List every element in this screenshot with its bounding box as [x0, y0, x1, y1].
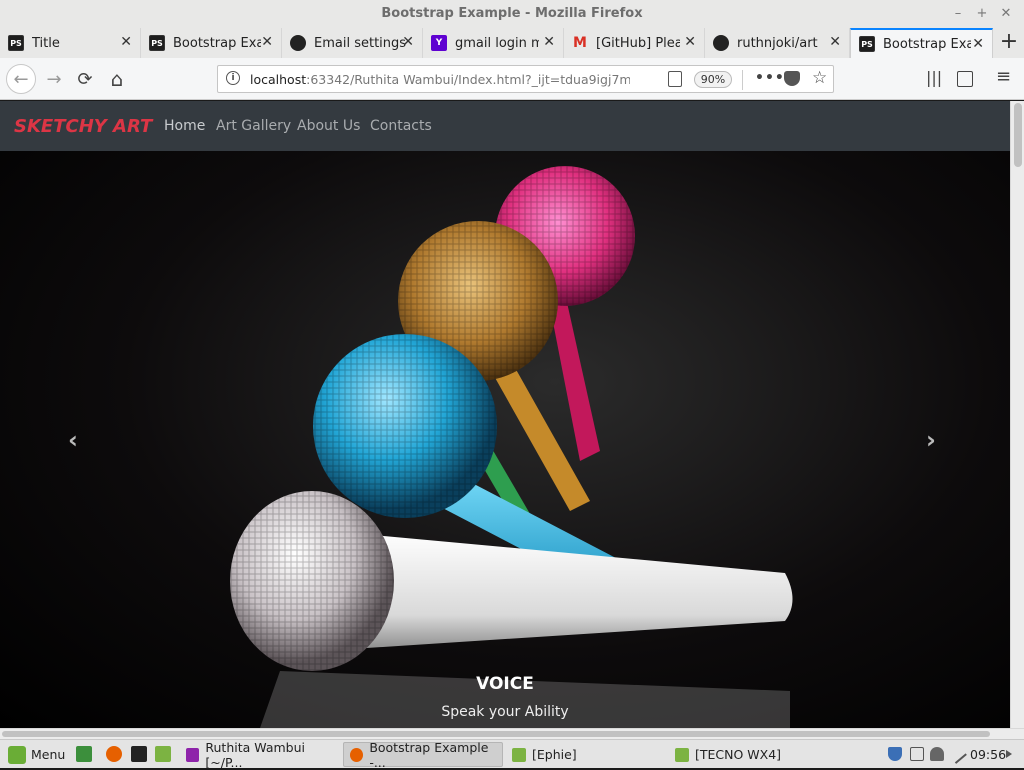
close-tab-icon[interactable]: ✕ — [543, 34, 555, 50]
white-mic-mesh — [230, 491, 394, 671]
menu-label: Menu — [31, 747, 66, 762]
yahoo-icon: Y — [431, 35, 447, 51]
cyan-mic-mesh — [313, 334, 497, 518]
pen-icon[interactable] — [947, 744, 967, 764]
reader-view-icon[interactable] — [668, 71, 682, 87]
vertical-scrollbar[interactable] — [1010, 101, 1024, 728]
volume-icon[interactable] — [1006, 750, 1012, 758]
url-rest: :63342/Ruthita Wambui/Index.html?_ijt=td… — [306, 72, 630, 87]
carousel-caption-text: Speak your Ability — [441, 704, 569, 720]
zoom-level[interactable]: 90% — [694, 71, 732, 88]
task-label: Ruthita Wambui [~/P... — [205, 739, 305, 770]
tab-email-settings[interactable]: Email settings ✕ — [282, 28, 423, 58]
os-taskbar: Menu Ruthita Wambui [~/P... Bootstrap Ex… — [0, 739, 1024, 770]
tab-github-please[interactable]: M [GitHub] Pleas ✕ — [564, 28, 705, 58]
url-text[interactable]: localhost:63342/Ruthita Wambui/Index.htm… — [250, 72, 630, 87]
tab-label: [GitHub] Pleas — [596, 35, 680, 51]
site-navbar: SKETCHY ART Home Art Gallery About Us Co… — [0, 101, 1010, 151]
window-title: Bootstrap Example - Mozilla Firefox — [381, 6, 643, 21]
github-icon — [713, 35, 729, 51]
forward-button[interactable]: → — [40, 66, 68, 92]
network-icon[interactable] — [910, 747, 924, 761]
maximize-icon[interactable]: + — [975, 6, 989, 21]
firefox-icon[interactable] — [106, 746, 122, 762]
files-icon[interactable] — [155, 746, 171, 762]
site-brand[interactable]: SKETCHY ART — [14, 116, 152, 137]
tab-gmail-login[interactable]: Y gmail login ma ✕ — [423, 28, 564, 58]
folder-icon — [675, 747, 689, 762]
phpstorm-icon: PS — [859, 36, 875, 52]
window-titlebar: Bootstrap Example - Mozilla Firefox – + … — [0, 0, 1024, 28]
nav-link-contacts[interactable]: Contacts — [370, 118, 432, 134]
url-host: localhost — [250, 72, 307, 87]
web-page: SKETCHY ART Home Art Gallery About Us Co… — [0, 101, 1010, 728]
task-ruthita-wambui[interactable]: Ruthita Wambui [~/P... — [180, 739, 340, 770]
task-label: [TECNO WX4] — [695, 747, 782, 762]
tab-label: Bootstrap Exa — [173, 35, 261, 51]
tab-label: gmail login ma — [455, 35, 539, 51]
tab-ruthnjoki-art[interactable]: ruthnjoki/art ✕ — [705, 28, 850, 58]
reload-button[interactable]: ⟳ — [71, 66, 99, 92]
divider — [742, 70, 743, 90]
tab-label: Bootstrap Exa — [883, 36, 971, 52]
firefox-icon — [350, 747, 364, 762]
close-tab-icon[interactable]: ✕ — [402, 34, 414, 50]
carousel-next-icon[interactable]: › — [926, 426, 936, 454]
phpstorm-icon — [186, 747, 200, 762]
new-tab-button[interactable]: + — [994, 28, 1024, 58]
scroll-thumb[interactable] — [2, 731, 990, 737]
close-tab-icon[interactable]: ✕ — [829, 34, 841, 50]
hero-carousel: ‹ › VOICE Speak your Ability — [0, 151, 1010, 728]
github-icon — [290, 35, 306, 51]
tab-strip: PS Title ✕ PS Bootstrap Exa ✕ Email sett… — [0, 28, 1024, 58]
folder-icon — [512, 747, 526, 762]
task-bootstrap-example[interactable]: Bootstrap Example -... — [343, 739, 503, 770]
show-desktop-icon[interactable] — [76, 746, 92, 762]
terminal-icon[interactable] — [131, 746, 147, 762]
nav-toolbar: ← → ⟳ ⌂ i localhost:63342/Ruthita Wambui… — [0, 58, 1024, 100]
minimize-icon[interactable]: – — [951, 6, 965, 21]
info-icon[interactable]: i — [226, 71, 240, 85]
tab-bootstrap-example-active[interactable]: PS Bootstrap Exa ✕ — [850, 28, 993, 58]
nav-link-art-gallery[interactable]: Art Gallery — [216, 118, 291, 134]
tab-bootstrap-example-1[interactable]: PS Bootstrap Exa ✕ — [141, 28, 282, 58]
carousel-prev-icon[interactable]: ‹ — [68, 426, 78, 454]
address-bar[interactable]: i localhost:63342/Ruthita Wambui/Index.h… — [217, 65, 834, 93]
page-actions-icon[interactable]: ••• — [755, 70, 785, 86]
carousel-caption-title: VOICE — [476, 674, 534, 694]
phpstorm-icon: PS — [8, 35, 24, 51]
close-tab-icon[interactable]: ✕ — [120, 34, 132, 50]
hamburger-menu-icon[interactable]: ≡ — [996, 66, 1011, 87]
close-tab-icon[interactable]: ✕ — [684, 34, 696, 50]
bookmark-star-icon[interactable]: ☆ — [812, 68, 827, 88]
close-tab-icon[interactable]: ✕ — [261, 34, 273, 50]
home-button[interactable]: ⌂ — [103, 66, 131, 92]
task-tecno-wx4[interactable]: [TECNO WX4] — [669, 742, 829, 767]
start-menu-button[interactable]: Menu — [2, 742, 65, 767]
shield-icon[interactable] — [888, 747, 902, 761]
scroll-thumb[interactable] — [1014, 103, 1022, 167]
gmail-icon: M — [573, 35, 587, 51]
tab-title[interactable]: PS Title ✕ — [0, 28, 141, 58]
user-icon[interactable] — [930, 747, 944, 761]
task-label: [Ephie] — [532, 747, 577, 762]
sidebar-icon[interactable] — [957, 71, 973, 87]
mint-menu-icon — [8, 745, 26, 764]
nav-link-about-us[interactable]: About Us — [297, 118, 360, 134]
microphones-image — [230, 166, 793, 728]
task-ephie[interactable]: [Ephie] — [506, 742, 666, 767]
clock[interactable]: 09:56 — [970, 747, 1006, 762]
phpstorm-icon: PS — [149, 35, 165, 51]
horizontal-scrollbar[interactable] — [0, 728, 1024, 739]
nav-link-home[interactable]: Home — [164, 118, 205, 134]
back-button[interactable]: ← — [6, 64, 36, 94]
task-label: Bootstrap Example -... — [369, 739, 489, 770]
pocket-icon[interactable] — [784, 71, 800, 86]
close-window-icon[interactable]: ✕ — [999, 6, 1013, 21]
library-icon[interactable]: ||| — [926, 68, 942, 87]
close-tab-icon[interactable]: ✕ — [972, 36, 984, 52]
